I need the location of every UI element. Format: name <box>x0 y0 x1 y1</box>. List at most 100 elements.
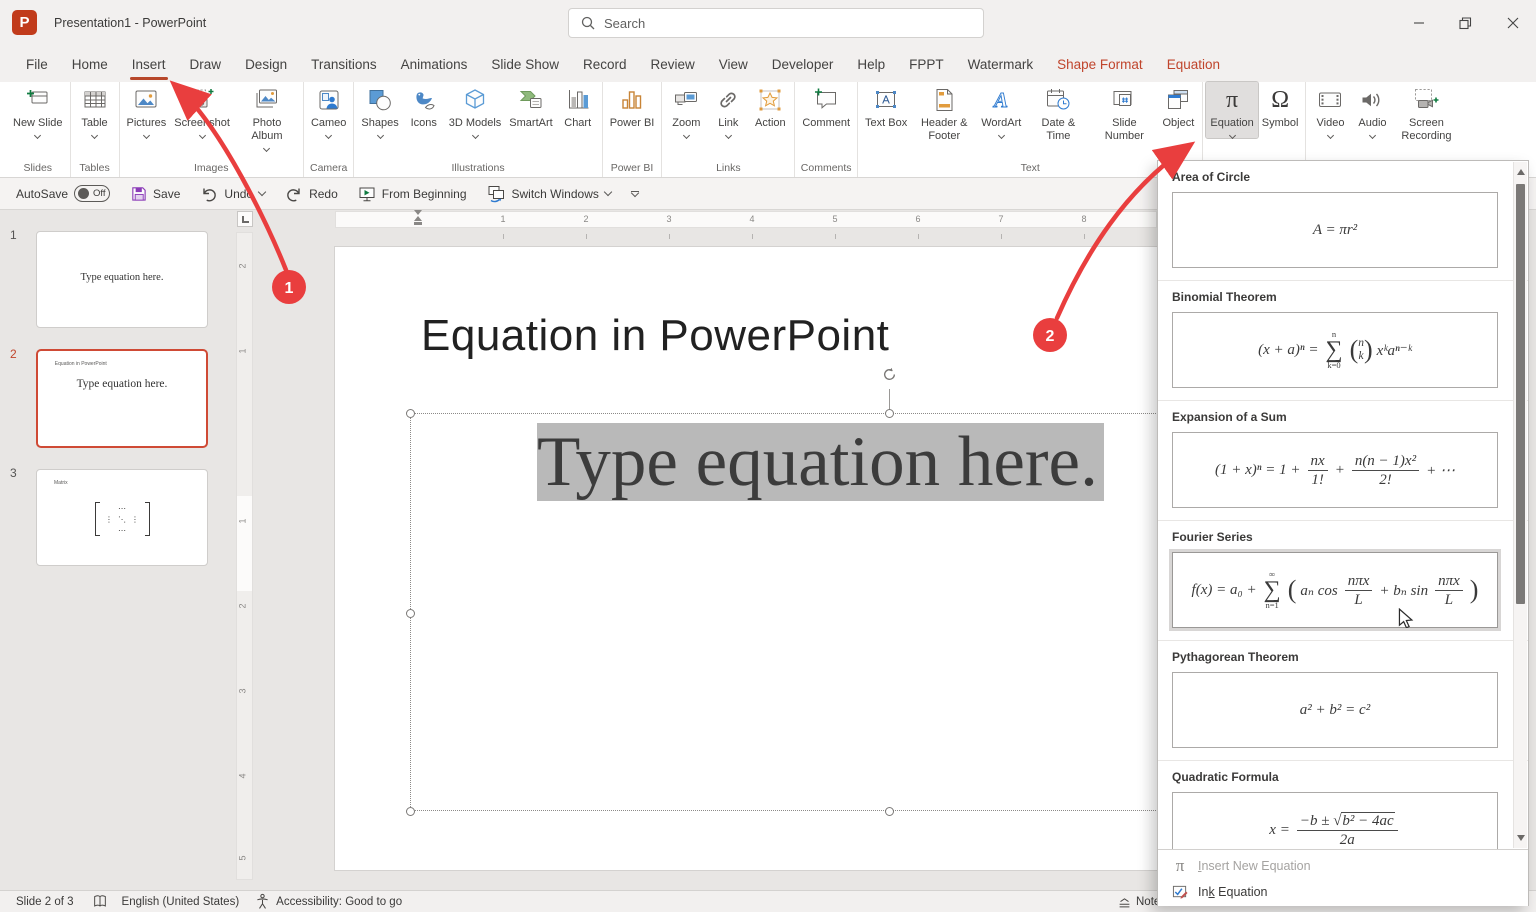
action-button[interactable]: Action <box>749 82 791 130</box>
slide-number-button[interactable]: Slide Number <box>1091 82 1157 143</box>
tab-slide-show[interactable]: Slide Show <box>479 46 571 82</box>
slide-title-text[interactable]: Equation in PowerPoint <box>421 311 889 361</box>
vertical-ruler: 2 1 1 2 3 4 5 <box>236 232 253 880</box>
tab-developer[interactable]: Developer <box>760 46 846 82</box>
tab-transitions[interactable]: Transitions <box>299 46 389 82</box>
screenshot-button[interactable]: Screenshot <box>170 82 234 138</box>
scroll-down-icon[interactable] <box>1517 835 1525 841</box>
from-beginning-button[interactable]: From Beginning <box>358 185 467 203</box>
link-button[interactable]: Link <box>707 82 749 138</box>
close-button[interactable] <box>1489 0 1536 46</box>
language-selector[interactable]: English (United States) <box>122 896 240 908</box>
video-button[interactable]: Video <box>1309 82 1351 138</box>
tab-selector[interactable] <box>237 211 253 227</box>
date-time-button[interactable]: Date & Time <box>1025 82 1091 143</box>
ribbon-group-power-bi: Power BI Power BI <box>603 82 663 177</box>
tab-view[interactable]: View <box>707 46 760 82</box>
search-input[interactable]: Search <box>568 8 984 38</box>
group-label-camera: Camera <box>307 160 350 177</box>
resize-handle-top-center[interactable] <box>885 409 894 418</box>
equation-binomial-theorem[interactable]: (x + a)ⁿ = n∑k=0 (nk) xᵏaⁿ⁻ᵏ <box>1172 312 1498 388</box>
icons-button[interactable]: Icons <box>403 82 445 130</box>
resize-handle-bottom-left[interactable] <box>406 807 415 816</box>
undo-icon <box>200 185 218 203</box>
zoom-button[interactable]: Zoom <box>665 82 707 138</box>
new-slide-icon <box>25 87 51 113</box>
restore-button[interactable] <box>1442 0 1489 46</box>
power-bi-button[interactable]: Power BI <box>606 82 659 130</box>
equation-area-of-circle[interactable]: A = πr² <box>1172 192 1498 268</box>
selected-equation-text[interactable]: Type equation here. <box>537 424 1104 501</box>
switch-windows-button[interactable]: Switch Windows <box>487 184 611 203</box>
summation-symbol: ∞∑n=1 <box>1264 570 1281 610</box>
header-footer-button[interactable]: Header & Footer <box>911 82 977 143</box>
accessibility-checker[interactable]: Accessibility: Good to go <box>255 893 402 910</box>
screen-recording-button[interactable]: Screen Recording <box>1393 82 1459 143</box>
resize-handle-bottom-center[interactable] <box>885 807 894 816</box>
ribbon-group-images: Pictures Screenshot Photo Album Images <box>120 82 304 177</box>
tab-animations[interactable]: Animations <box>389 46 480 82</box>
wordart-button[interactable]: A WordArt <box>977 82 1025 138</box>
tab-watermark[interactable]: Watermark <box>956 46 1046 82</box>
resize-handle-middle-left[interactable] <box>406 609 415 618</box>
slide-2-title: Equation in PowerPoint <box>55 361 107 367</box>
save-button[interactable]: Save <box>130 185 180 202</box>
symbol-button[interactable]: Ω Symbol <box>1258 82 1303 130</box>
smartart-button[interactable]: SmartArt <box>505 82 556 130</box>
tab-fppt[interactable]: FPPT <box>897 46 956 82</box>
spell-check-button[interactable] <box>92 893 108 910</box>
resize-handle-top-left[interactable] <box>406 409 415 418</box>
text-box-button[interactable]: Text Box <box>861 82 911 130</box>
scrollbar-thumb[interactable] <box>1516 184 1525 604</box>
tab-help[interactable]: Help <box>845 46 897 82</box>
tab-record[interactable]: Record <box>571 46 639 82</box>
tab-equation[interactable]: Equation <box>1155 46 1232 82</box>
equation-fourier-series[interactable]: f(x) = a₀ + ∞∑n=1 ( aₙ cos nπxL + bₙ sin… <box>1172 552 1498 628</box>
indent-marker[interactable] <box>414 210 422 225</box>
new-slide-button[interactable]: New Slide <box>9 82 67 138</box>
rotate-handle[interactable] <box>882 367 897 382</box>
wordart-icon: A <box>988 87 1014 113</box>
slide-3-thumbnail[interactable]: Matrix ⋯ ⋮⋱⋮ ⋯ <box>36 469 208 566</box>
equation-button[interactable]: π Equation <box>1206 82 1257 138</box>
table-button[interactable]: Table <box>74 82 116 138</box>
slide-1-thumbnail[interactable]: Type equation here. <box>36 231 208 328</box>
tab-shape-format[interactable]: Shape Format <box>1045 46 1155 82</box>
pictures-button[interactable]: Pictures <box>123 82 171 138</box>
pictures-label: Pictures <box>127 117 167 130</box>
scroll-up-icon[interactable] <box>1517 169 1525 175</box>
tab-home[interactable]: Home <box>60 46 120 82</box>
minimize-button[interactable] <box>1395 0 1442 46</box>
switch-windows-icon <box>487 184 506 203</box>
equation-pythagorean-theorem[interactable]: a² + b² = c² <box>1172 672 1498 748</box>
gallery-scrollbar[interactable] <box>1513 162 1527 848</box>
audio-button[interactable]: Audio <box>1351 82 1393 138</box>
tab-insert[interactable]: Insert <box>120 46 178 82</box>
chevron-down-icon <box>1229 132 1236 139</box>
insert-new-equation-item[interactable]: π Insert New Equation <box>1158 853 1528 879</box>
redo-button[interactable]: Redo <box>285 185 338 203</box>
ink-equation-item[interactable]: Ink Equation <box>1158 879 1528 905</box>
tab-file[interactable]: File <box>14 46 60 82</box>
tab-design[interactable]: Design <box>233 46 299 82</box>
group-label-links: Links <box>665 160 791 177</box>
equation-label: Equation <box>1210 117 1253 130</box>
slide-2-thumbnail[interactable]: Equation in PowerPoint Type equation her… <box>36 349 208 448</box>
autosave-switch[interactable]: Off <box>74 185 110 202</box>
customize-qat-button[interactable] <box>631 191 639 196</box>
photo-album-button[interactable]: Photo Album <box>234 82 300 151</box>
shapes-button[interactable]: Shapes <box>357 82 402 138</box>
comment-button[interactable]: Comment <box>798 82 854 130</box>
tab-review[interactable]: Review <box>639 46 707 82</box>
tab-draw[interactable]: Draw <box>178 46 234 82</box>
3d-models-button[interactable]: 3D Models <box>445 82 506 138</box>
undo-button[interactable]: Undo <box>200 185 265 203</box>
cameo-button[interactable]: Cameo <box>307 82 350 138</box>
chevron-down-icon <box>604 188 612 196</box>
object-button[interactable]: Object <box>1157 82 1199 130</box>
autosave-toggle[interactable]: AutoSave Off <box>16 185 110 202</box>
gallery-section-pythagorean-theorem: Pythagorean Theorem a² + b² = c² <box>1158 641 1528 761</box>
equation-quadratic-formula[interactable]: x = −b ± √b² − 4ac2a <box>1172 792 1498 849</box>
equation-expansion-of-a-sum[interactable]: (1 + x)ⁿ = 1 + nx1! + n(n − 1)x²2! + ⋯ <box>1172 432 1498 508</box>
chart-button[interactable]: Chart <box>557 82 599 130</box>
